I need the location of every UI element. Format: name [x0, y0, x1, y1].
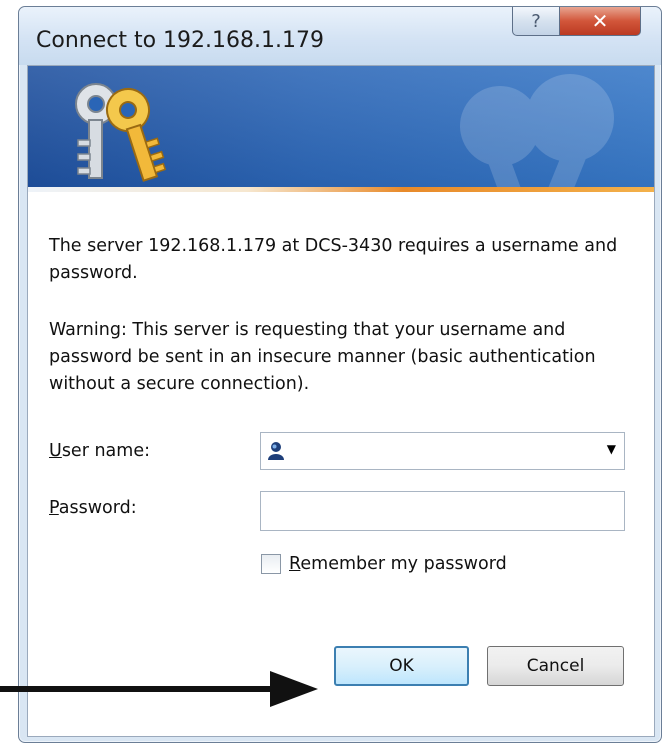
dialog-body: The server 192.168.1.179 at DCS-3430 req…: [27, 65, 655, 737]
user-icon: [268, 442, 284, 460]
remember-mnemonic: R: [289, 554, 301, 574]
remember-password-checkbox[interactable]: [261, 554, 281, 574]
username-label: User name:: [49, 441, 150, 461]
remember-password-option[interactable]: Remember my password: [261, 554, 507, 574]
username-combobox[interactable]: ▼: [260, 432, 625, 470]
remember-label-text: emember my password: [300, 554, 507, 574]
help-icon: ?: [531, 10, 541, 32]
password-label-mnemonic: P: [49, 498, 59, 518]
title-bar[interactable]: Connect to 192.168.1.179 ? ✕: [19, 7, 661, 65]
keys-icon: [75, 83, 167, 182]
chevron-down-icon[interactable]: ▼: [607, 442, 616, 456]
dialog-title: Connect to 192.168.1.179: [36, 28, 324, 53]
username-label-text: ser name:: [61, 441, 150, 461]
username-label-mnemonic: U: [49, 441, 62, 461]
password-label: Password:: [49, 498, 137, 518]
password-label-text: assword:: [58, 498, 137, 518]
remember-password-label[interactable]: Remember my password: [289, 554, 507, 574]
arrow-right-icon: [0, 671, 318, 707]
warning-message: Warning: This server is requesting that …: [49, 320, 596, 394]
help-button[interactable]: ?: [512, 7, 560, 36]
close-button[interactable]: ✕: [559, 7, 641, 36]
cancel-button[interactable]: Cancel: [487, 646, 624, 686]
keys-watermark-icon: [460, 74, 614, 192]
server-message: The server 192.168.1.179 at DCS-3430 req…: [49, 236, 618, 283]
ok-button[interactable]: OK: [334, 646, 469, 686]
login-dialog: Connect to 192.168.1.179 ? ✕ The server …: [18, 6, 662, 743]
banner: [28, 66, 654, 192]
password-field[interactable]: [260, 491, 625, 531]
close-icon: ✕: [591, 9, 609, 33]
banner-accent-stripe: [28, 187, 654, 192]
